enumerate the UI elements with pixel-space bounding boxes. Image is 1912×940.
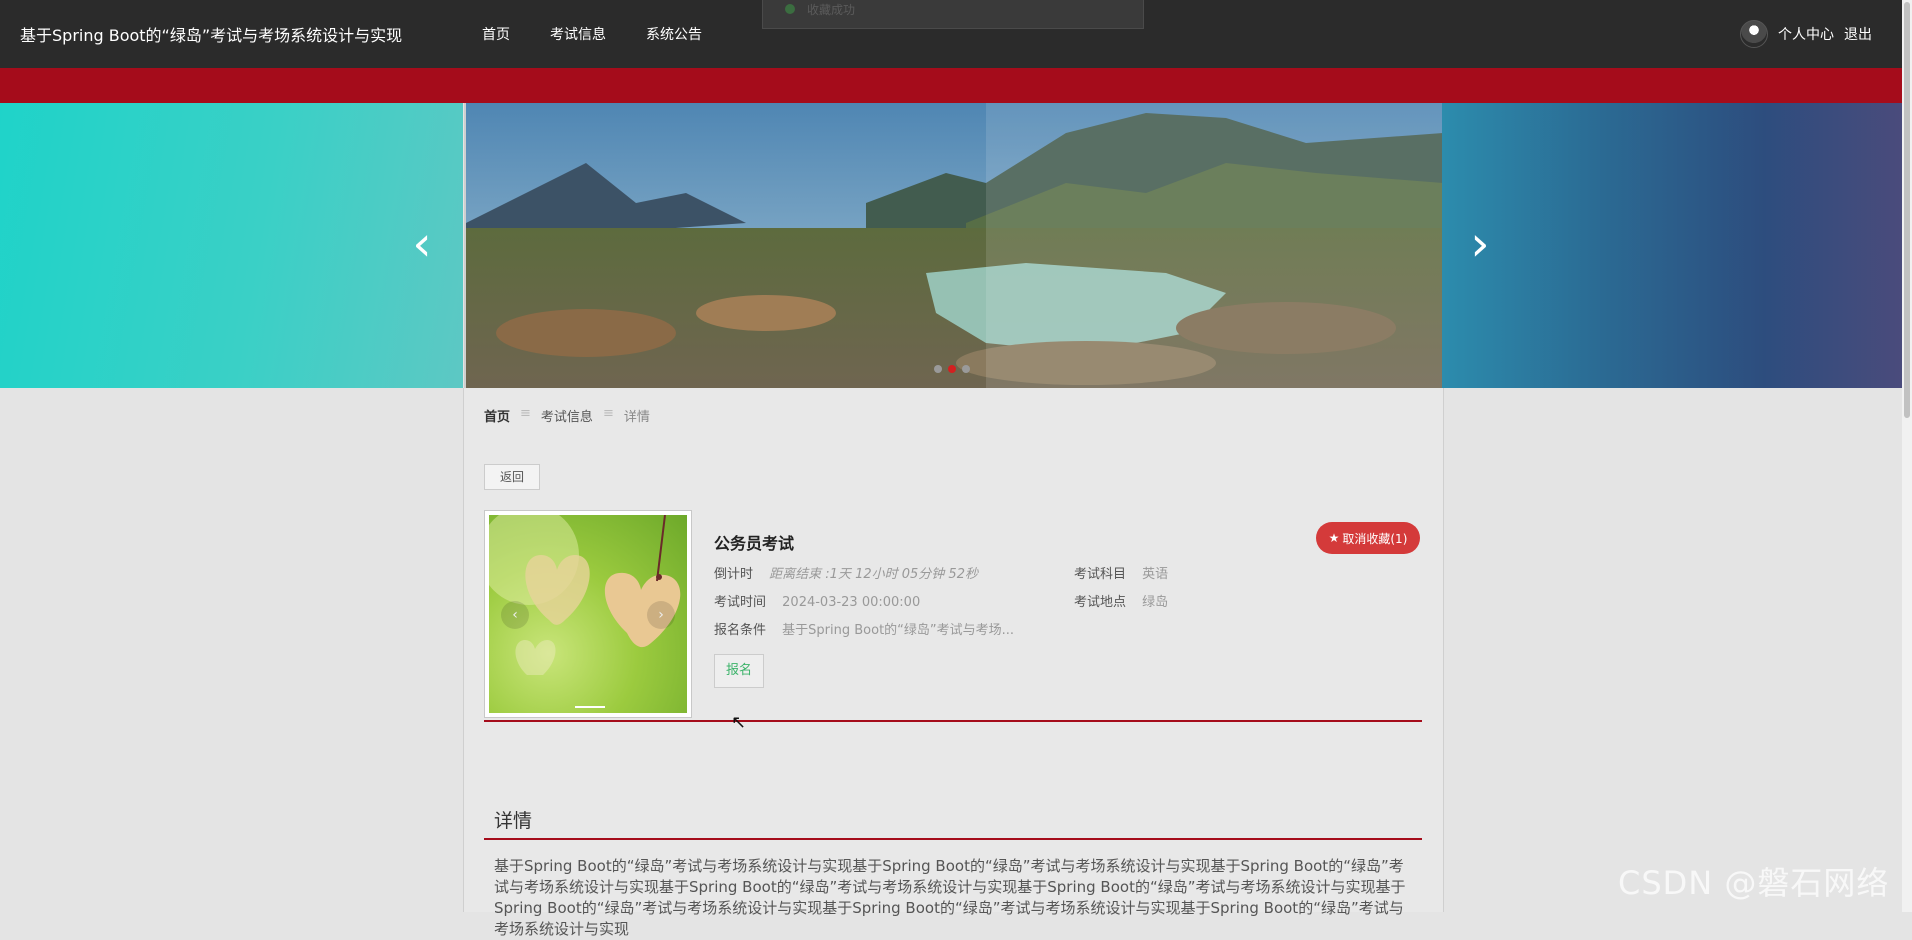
star-icon: ★ [1328, 531, 1340, 545]
exam-title: 公务员考试 [714, 534, 795, 553]
accent-bar [0, 68, 1902, 103]
success-icon [785, 4, 795, 14]
banner-slide-current [464, 103, 1443, 388]
breadcrumb-separator: ≡ [520, 406, 531, 421]
subject-value: 英语 [1142, 567, 1169, 582]
carousel-indicator[interactable] [575, 706, 605, 708]
requirement-row: 报名条件 基于Spring Boot的“绿岛”考试与考场... [714, 619, 1014, 638]
favorite-label: 取消收藏(1) [1342, 531, 1408, 546]
user-center-link[interactable]: 个人中心 [1778, 24, 1834, 44]
main-content: 首页 ≡ 考试信息 ≡ 详情 返回 ‹ › 公务员考试 ★ 取消收藏(1) 倒计… [463, 388, 1444, 938]
avatar-icon[interactable] [1740, 20, 1768, 48]
detail-text: 基于Spring Boot的“绿岛”考试与考场系统设计与实现基于Spring B… [494, 857, 1406, 938]
breadcrumb-home[interactable]: 首页 [484, 406, 510, 425]
chevron-right-icon[interactable]: › [1462, 219, 1498, 269]
carousel-next-icon[interactable]: › [647, 601, 675, 629]
breadcrumb-separator: ≡ [602, 406, 614, 421]
banner-carousel: ‹ › [0, 103, 1902, 388]
scrollbar-thumb[interactable] [1904, 2, 1910, 418]
watermark: CSDN @磐石网络 [1618, 864, 1890, 902]
location-value: 绿岛 [1142, 595, 1169, 610]
banner-slide-next [1442, 103, 1902, 388]
breadcrumb: 首页 ≡ 考试信息 ≡ 详情 [484, 406, 650, 425]
chevron-left-icon[interactable]: ‹ [404, 219, 440, 269]
signup-button[interactable]: 报名 [714, 654, 764, 688]
page-scrollbar[interactable] [1902, 0, 1912, 912]
exam-time-label: 考试时间 [714, 595, 767, 610]
countdown-label: 倒计时 [714, 567, 754, 582]
carousel-prev-icon[interactable]: ‹ [501, 601, 529, 629]
banner-landscape-image [466, 103, 1443, 388]
nav-item-home[interactable]: 首页 [482, 24, 510, 44]
nav-item-announcements[interactable]: 系统公告 [646, 24, 702, 44]
toast-message: 收藏成功 [807, 3, 856, 17]
exam-time-value: 2024-03-23 00:00:00 [782, 595, 921, 610]
detail-divider [484, 838, 1422, 840]
breadcrumb-exam-info[interactable]: 考试信息 [541, 406, 593, 425]
requirement-label: 报名条件 [714, 623, 767, 638]
exam-time-row: 考试时间 2024-03-23 00:00:00 [714, 591, 920, 610]
user-area: 个人中心 退出 [1740, 20, 1872, 48]
section-divider [484, 720, 1422, 722]
banner-slide-prev [0, 103, 463, 388]
nav-item-exam-info[interactable]: 考试信息 [550, 24, 606, 44]
subject-row: 考试科目 英语 [1074, 563, 1168, 582]
mouse-cursor-icon: ↖ [731, 712, 747, 733]
countdown-row: 倒计时 距离结束 :1天 12小时 05分钟 52秒 [714, 563, 978, 582]
requirement-value: 基于Spring Boot的“绿岛”考试与考场... [782, 623, 1015, 638]
detail-heading: 详情 [494, 810, 533, 832]
countdown-value: 距离结束 :1天 12小时 05分钟 52秒 [769, 567, 978, 582]
breadcrumb-current: 详情 [623, 410, 650, 425]
back-button[interactable]: 返回 [484, 464, 540, 490]
exam-image-carousel: ‹ › [484, 510, 692, 718]
favorite-button[interactable]: ★ 取消收藏(1) [1316, 522, 1420, 554]
subject-label: 考试科目 [1074, 567, 1127, 582]
exam-photo: ‹ › [489, 515, 687, 713]
site-title[interactable]: 基于Spring Boot的“绿岛”考试与考场系统设计与实现 [20, 22, 402, 46]
main-nav: 首页 考试信息 系统公告 [482, 24, 702, 44]
location-row: 考试地点 绿岛 [1074, 591, 1168, 610]
location-label: 考试地点 [1074, 595, 1127, 610]
logout-link[interactable]: 退出 [1844, 24, 1872, 44]
toast-notification: 收藏成功 [762, 0, 1144, 29]
